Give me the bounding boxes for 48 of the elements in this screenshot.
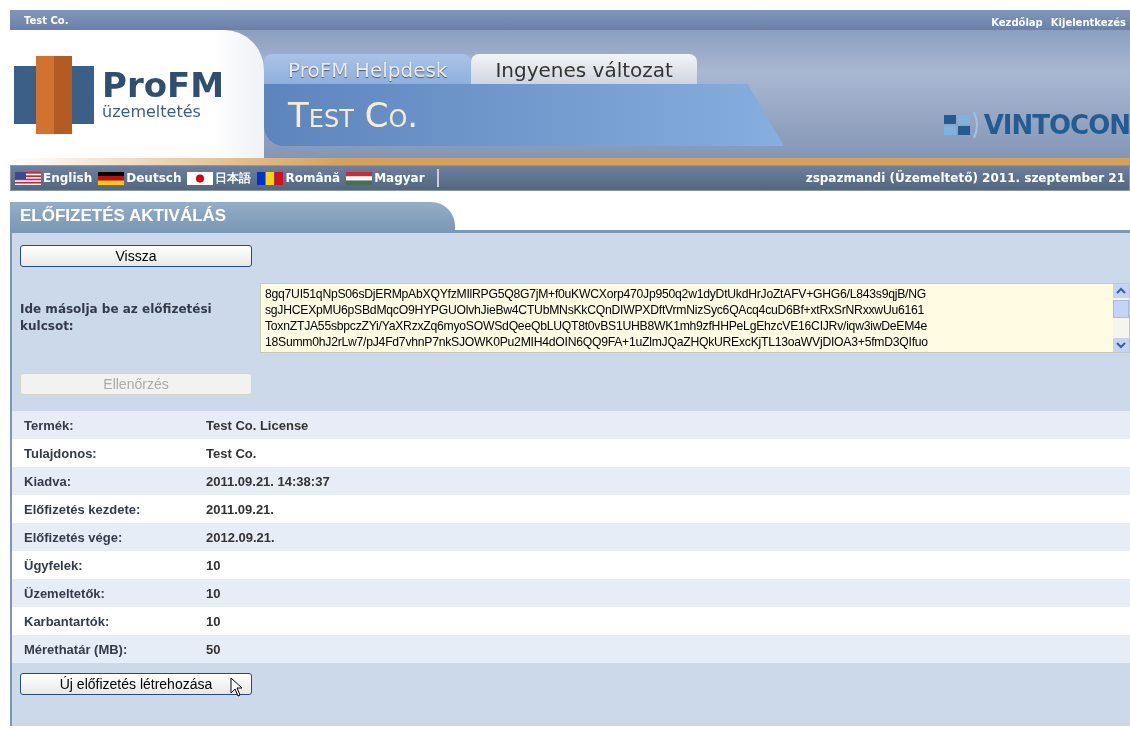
nav-link[interactable]: Kezdőlap xyxy=(991,16,1043,28)
detail-value: 2011.09.21. xyxy=(206,501,274,517)
nav-link[interactable]: Kijelentkezés xyxy=(1050,16,1126,28)
detail-value: 10 xyxy=(206,557,221,573)
field-label: Ide másolja be az előfizetési kulcsot: xyxy=(20,301,213,335)
detail-label: Kiadva: xyxy=(23,473,72,489)
detail-label: Üzemeltetők: xyxy=(23,585,106,601)
logo-subtitle: üzemeltetés xyxy=(102,101,202,121)
language-link[interactable]: English xyxy=(15,171,93,185)
scrollbar[interactable] xyxy=(1113,284,1129,352)
language-link[interactable]: 日本語 xyxy=(187,169,252,187)
language-link[interactable]: Deutsch xyxy=(98,171,182,185)
detail-value: Test Co. xyxy=(206,445,257,461)
flag-icon xyxy=(187,171,214,185)
user-info: zspazmandi (Üzemeltető) 2011. szeptember 21 xyxy=(805,171,1125,185)
back-button[interactable]: Vissza xyxy=(20,245,252,267)
language-link[interactable]: Română xyxy=(257,171,341,185)
partner-logo-text: VINTOCON xyxy=(983,110,1130,140)
detail-value: 2011.09.21. 14:38:37 xyxy=(206,473,330,489)
company-name: Test Co. xyxy=(24,14,69,26)
detail-value: 2012.09.21. xyxy=(206,529,275,545)
key-textarea[interactable]: 8gq7UI51qNpS06sDjERMpAbXQYfzMIlRPG5Q8G7jM+f0uKWCXorp470Jp950q2w1dyDtUkdHrJoZtAFV+GHG6/L843s9qjB/NG sgJHCEXpMU6pSBdMqcO9HYPGUOlvhJieBw4CTUbMNsKkCQnDIWPXDftVrmNizSyc6QAcq4cuD6Bf+xtRxSrNRxxwUu6161 ToxnZTJA55sbpczZYi/YaXRzxZq6myoSOWSdQeeQbLUQT8t0vBS1UHB8WK1mh9zfHHPeLgEhzcVE16CIJRv/iqw3iwDeEM4e 18Summ0hJ2rLw7/pJ4Fd7vhnP7nkSJOWK0Pu2MIH4dOIN6QQ9FA+1uZlmJQaZHQkURExcKjTL13oaWVjDIOA3+5fmD3QIfuo xyxy=(260,283,1130,353)
detail-label: Mérethatár (MB): xyxy=(23,641,129,657)
mouse-cursor-icon xyxy=(230,677,244,697)
partner-logo-icon xyxy=(943,112,980,138)
section-title: ELŐFIZETÉS AKTIVÁLÁS xyxy=(10,202,455,230)
company-title: Test Co. xyxy=(288,95,419,135)
scroll-down-icon[interactable] xyxy=(1113,338,1129,352)
language-link[interactable]: Magyar xyxy=(346,171,425,185)
logo-name: ProFM xyxy=(102,67,225,102)
buildings-logo-icon xyxy=(14,54,94,134)
detail-label: Előfizetés vége: xyxy=(23,529,124,545)
detail-label: Ügyfelek: xyxy=(23,557,84,573)
flag-icon xyxy=(346,171,373,185)
header-tab[interactable]: Ingyenes változat xyxy=(471,54,697,84)
detail-label: Karbantartók: xyxy=(23,613,111,629)
detail-value: Test Co. License xyxy=(206,417,309,433)
flag-icon xyxy=(98,171,125,185)
detail-label: Előfizetés kezdete: xyxy=(23,501,142,517)
detail-value: 10 xyxy=(206,585,221,601)
flag-icon xyxy=(15,171,41,185)
scroll-up-icon[interactable] xyxy=(1113,284,1129,298)
detail-value: 10 xyxy=(206,613,221,629)
detail-value: 50 xyxy=(206,641,221,657)
detail-label: Tulajdonos: xyxy=(23,445,98,461)
detail-label: Termék: xyxy=(23,417,75,433)
create-subscription-button[interactable]: Új előfizetés létrehozása xyxy=(20,673,252,695)
flag-icon xyxy=(257,171,284,185)
